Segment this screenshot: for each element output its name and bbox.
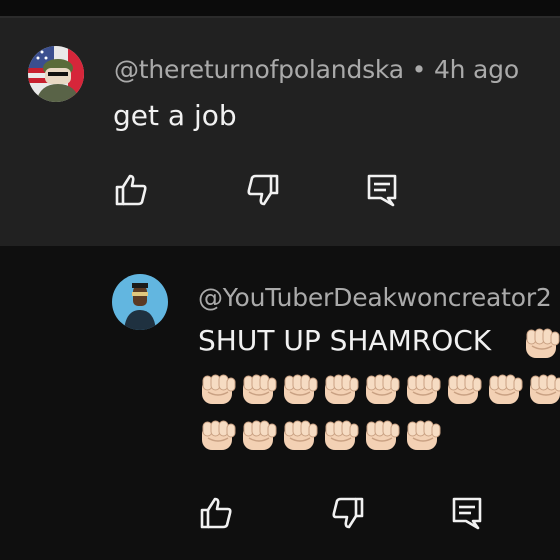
comment-text: get a job <box>113 99 237 132</box>
avatar[interactable] <box>28 46 84 102</box>
fist-emoji <box>522 326 560 362</box>
reply-dislike-button[interactable] <box>328 493 368 533</box>
fist-emoji <box>362 418 403 454</box>
fist-emoji <box>403 372 444 408</box>
reply-author[interactable]: @YouTuberDeakwoncreator2 <box>198 283 552 312</box>
fist-emoji <box>485 372 526 408</box>
emoji-row <box>198 372 560 408</box>
thumbs-down-icon <box>247 174 279 206</box>
reply-reply-button[interactable] <box>447 493 487 533</box>
comment-icon <box>452 497 482 530</box>
reply-card: @YouTuberDeakwoncreator2 SHUT UP SHAMROC… <box>0 246 560 560</box>
reply-like-button[interactable] <box>196 493 236 533</box>
reply-text-line: SHUT UP SHAMROCK <box>198 324 491 357</box>
fist-emoji <box>526 372 560 408</box>
reply-avatar[interactable] <box>112 274 168 330</box>
fist-emoji <box>239 418 280 454</box>
emoji-row <box>198 418 444 454</box>
dislike-button[interactable] <box>243 170 283 210</box>
comment-author-line: @thereturnofpolandska • 4h ago <box>114 55 519 84</box>
reply-text: SHUT UP SHAMROCK <box>198 324 492 357</box>
emoji-row <box>522 326 560 362</box>
fist-emoji <box>321 372 362 408</box>
fist-emoji <box>239 372 280 408</box>
top-bar <box>0 0 560 16</box>
comment-icon <box>367 174 397 207</box>
fist-emoji <box>321 418 362 454</box>
comment-card: @thereturnofpolandska • 4h ago get a job <box>0 18 560 246</box>
like-button[interactable] <box>111 170 151 210</box>
fist-emoji <box>362 372 403 408</box>
fist-emoji <box>444 372 485 408</box>
comment-author[interactable]: @thereturnofpolandska <box>114 55 404 84</box>
avatar-image <box>28 46 84 102</box>
thumbs-up-icon <box>115 174 147 206</box>
fist-emoji <box>198 418 239 454</box>
comment-separator: • <box>411 55 427 84</box>
fist-emoji <box>403 418 444 454</box>
fist-emoji <box>280 372 321 408</box>
avatar-image <box>112 274 168 330</box>
reply-button[interactable] <box>362 170 402 210</box>
fist-emoji <box>280 418 321 454</box>
thumbs-up-icon <box>200 497 232 529</box>
fist-emoji <box>198 372 239 408</box>
comment-timestamp[interactable]: 4h ago <box>434 55 519 84</box>
thumbs-down-icon <box>332 497 364 529</box>
